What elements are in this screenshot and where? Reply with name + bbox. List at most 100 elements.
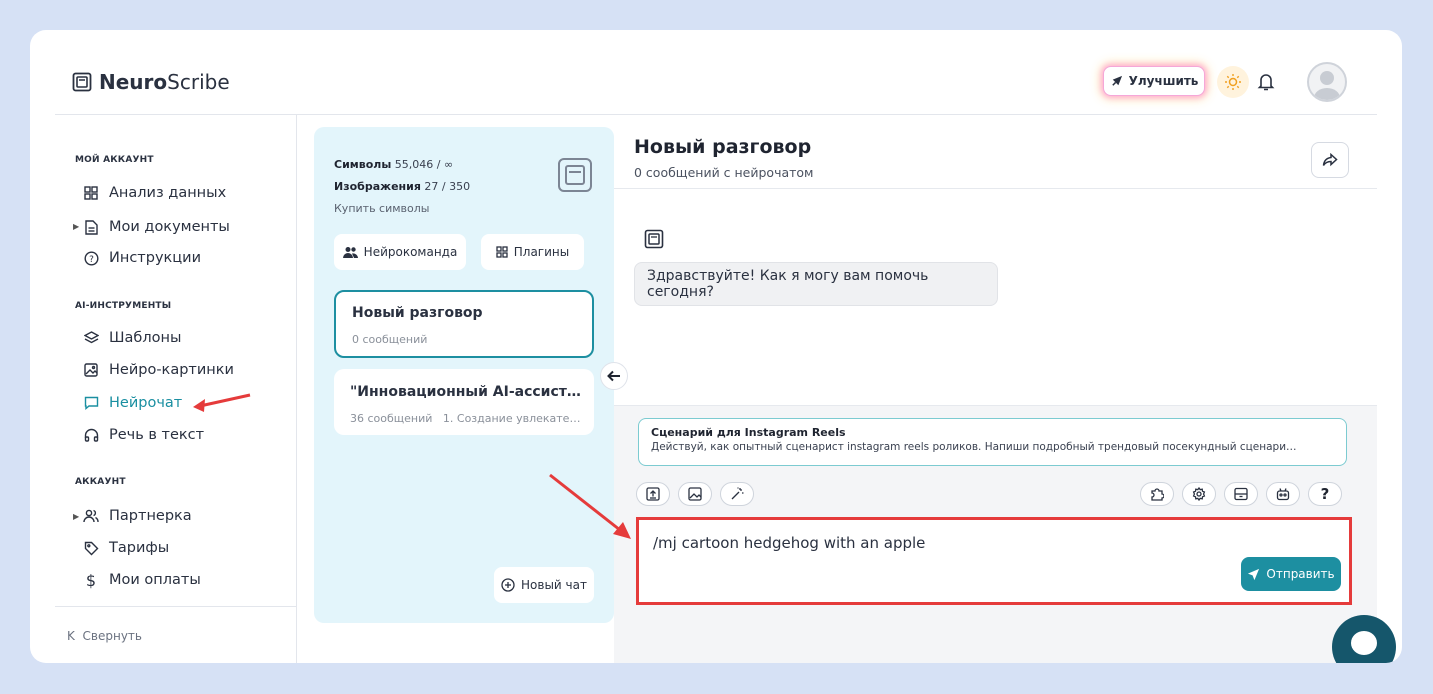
message-input[interactable]: /mj cartoon hedgehog with an apple Отпра… [636, 517, 1352, 605]
users-icon [342, 247, 358, 258]
sidebar-section-ai-tools: AI-ИНСТРУМЕНТЫ [75, 301, 172, 311]
conversation-item-active[interactable]: Новый разговор 0 сообщений [334, 290, 594, 358]
bot-logo-icon [644, 229, 664, 249]
symbols-value: 55,046 / ∞ [394, 158, 454, 171]
tag-icon [83, 540, 99, 556]
usage-stats: Символы 55,046 / ∞ Изображения 27 / 350 … [334, 154, 470, 220]
conversation-item[interactable]: "Инновационный AI-ассист… 36 сообщений 1… [334, 369, 594, 435]
logo-icon [558, 158, 592, 192]
new-chat-button[interactable]: Новый чат [494, 567, 594, 603]
template-description: Действуй, как опытный сценарист instagra… [651, 441, 1297, 453]
arrow-left-icon [607, 370, 620, 382]
caret-right-icon[interactable]: ▶ [73, 512, 79, 521]
sidebar-item-label: Нейрочат [109, 395, 183, 411]
template-suggestion[interactable]: Сценарий для Instagram Reels Действуй, к… [638, 418, 1347, 466]
user-avatar-icon [1314, 71, 1340, 100]
puzzle-icon [1151, 488, 1164, 501]
bot-button[interactable] [1266, 482, 1300, 506]
sidebar-item-speech-to-text[interactable]: Речь в текст [83, 424, 204, 446]
conversation-subtitle: 36 сообщений 1. Создание увлекате… [350, 412, 581, 425]
support-chat-icon [1351, 631, 1377, 655]
team-button[interactable]: Нейрокоманда [334, 234, 466, 270]
headphones-icon [83, 427, 99, 443]
collapse-icon: K [67, 629, 75, 643]
brand-light: Scribe [167, 70, 230, 94]
page-title: Новый разговор [634, 136, 812, 158]
brand-logo[interactable]: NeuroScribe [72, 70, 230, 94]
bell-icon [1257, 74, 1275, 91]
users-icon [83, 508, 99, 524]
settings-button[interactable] [1182, 482, 1216, 506]
chat-icon [83, 395, 99, 411]
sidebar-item-label: Мои оплаты [109, 572, 201, 588]
sidebar-item-label: Мои документы [109, 219, 230, 235]
sidebar-item-neurochat[interactable]: Нейрочат [83, 392, 182, 414]
dollar-icon: $ [85, 570, 97, 590]
archive-button[interactable] [1224, 482, 1258, 506]
send-label: Отправить [1266, 567, 1335, 581]
collapse-panel-button[interactable] [600, 362, 628, 390]
collapse-label: Свернуть [82, 629, 142, 643]
sidebar-item-payments[interactable]: $ Мои оплаты [83, 569, 201, 591]
send-icon [1248, 568, 1260, 580]
rocket-icon [1111, 75, 1122, 86]
caret-right-icon[interactable]: ▶ [73, 222, 79, 231]
send-button[interactable]: Отправить [1241, 557, 1341, 591]
plugins-button[interactable]: Плагины [481, 234, 584, 270]
chat-header-divider [614, 188, 1377, 189]
conversations-panel: Символы 55,046 / ∞ Изображения 27 / 350 … [314, 127, 614, 623]
buy-symbols-link[interactable]: Купить символы [334, 198, 470, 220]
sidebar-item-data-analysis[interactable]: Анализ данных [83, 182, 226, 204]
sidebar-item-label: Тарифы [109, 540, 170, 556]
sidebar-item-tariffs[interactable]: Тарифы [83, 537, 169, 559]
svg-text:?: ? [89, 255, 94, 265]
message-input-text[interactable]: /mj cartoon hedgehog with an apple [653, 534, 925, 552]
help-circle-icon: ? [83, 250, 99, 266]
notifications-button[interactable] [1252, 68, 1280, 96]
sidebar-item-documents[interactable]: Мои документы [83, 216, 230, 238]
gear-icon [1192, 487, 1206, 501]
theme-toggle[interactable] [1217, 66, 1249, 98]
sidebar-item-templates[interactable]: Шаблоны [83, 327, 181, 349]
upload-icon [646, 487, 660, 501]
plugin-button[interactable] [1140, 482, 1174, 506]
sidebar-item-neuro-images[interactable]: Нейро-картинки [83, 359, 234, 381]
avatar[interactable] [1307, 62, 1347, 102]
robot-icon [1276, 488, 1290, 501]
chat-area: Новый разговор 0 сообщений с нейрочатом … [614, 127, 1377, 663]
magic-wand-button[interactable] [720, 482, 754, 506]
new-chat-label: Новый чат [521, 578, 587, 592]
image-icon [83, 362, 99, 378]
grid-icon [83, 185, 99, 201]
images-value: 27 / 350 [424, 180, 471, 193]
share-button[interactable] [1311, 142, 1349, 178]
brand-bold: Neuro [99, 70, 168, 94]
sidebar-item-label: Речь в текст [109, 427, 205, 443]
sidebar-divider [55, 606, 297, 607]
sidebar-section-my-account: МОЙ АККАУНТ [75, 155, 154, 165]
sidebar-collapse-button[interactable]: K Свернуть [67, 629, 142, 643]
sidebar-item-label: Шаблоны [109, 330, 182, 346]
help-button[interactable]: ? [1308, 482, 1342, 506]
sidebar-item-label: Анализ данных [109, 185, 227, 201]
sidebar-item-partners[interactable]: Партнерка [83, 505, 192, 527]
sun-icon [1225, 74, 1241, 90]
logo-icon [72, 72, 92, 92]
layers-icon [83, 330, 99, 346]
sidebar-item-instructions[interactable]: ? Инструкции [83, 247, 201, 269]
images-label: Изображения [334, 180, 421, 193]
plus-circle-icon [501, 578, 515, 592]
archive-icon [1234, 487, 1248, 501]
share-icon [1322, 153, 1338, 167]
grid-icon [496, 246, 508, 258]
chat-subtitle: 0 сообщений с нейрочатом [634, 165, 814, 180]
team-label: Нейрокоманда [363, 245, 458, 259]
app-window: NeuroScribe Улучшить МОЙ АККАУНТ Анализ … [30, 30, 1402, 663]
upload-button[interactable] [636, 482, 670, 506]
question-icon: ? [1320, 485, 1330, 503]
symbols-label: Символы [334, 158, 392, 171]
sidebar-item-label: Партнерка [109, 508, 192, 524]
upgrade-button[interactable]: Улучшить [1103, 66, 1205, 96]
image-button[interactable] [678, 482, 712, 506]
sidebar-item-label: Нейро-картинки [109, 362, 234, 378]
